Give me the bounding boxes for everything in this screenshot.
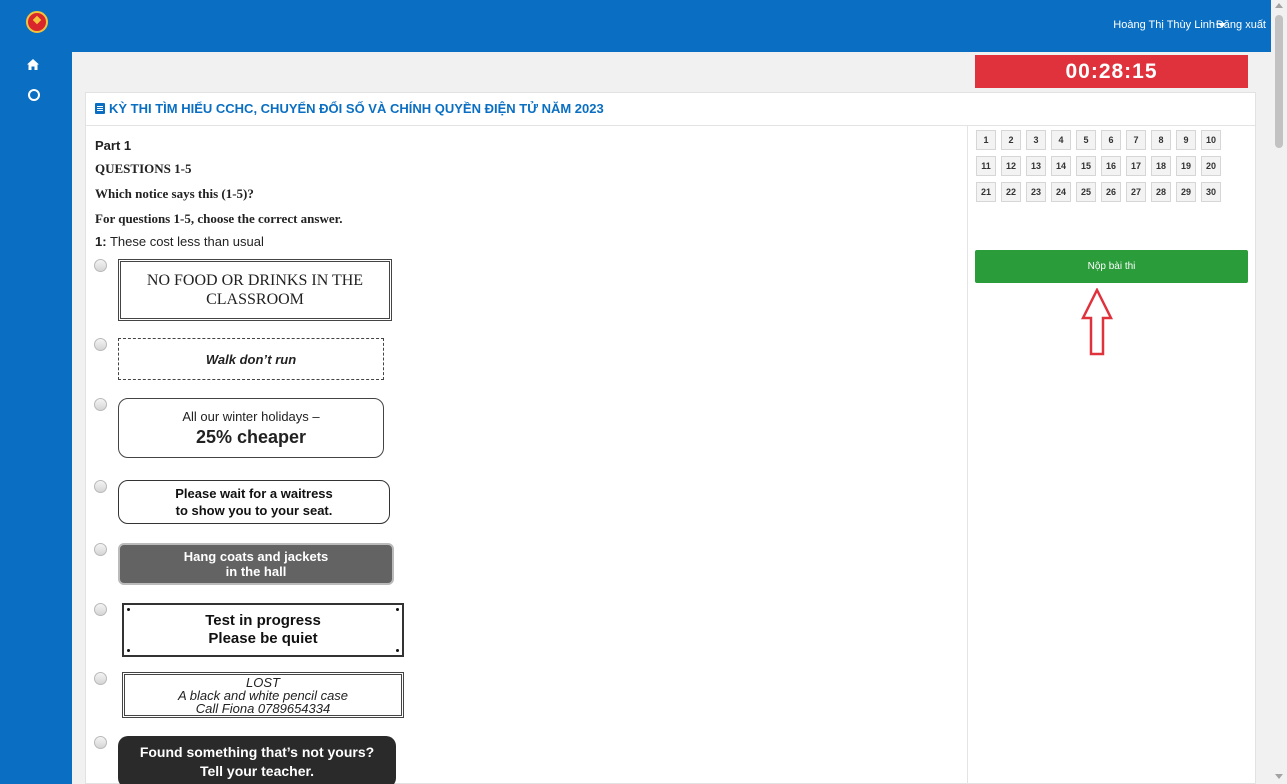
notice-line: Tell your teacher. [199,763,315,779]
notice-line: Test in progress [205,612,321,629]
circle-icon[interactable] [28,89,40,101]
question-nav-button[interactable]: 3 [1026,130,1046,150]
notice-line: All our winter holidays – [182,408,320,424]
radio-button[interactable] [94,398,107,411]
question-nav-button[interactable]: 13 [1026,156,1046,176]
screw-dot [127,649,130,652]
notice-line: 25% cheaper [195,426,307,447]
national-emblem-icon[interactable] [26,11,48,33]
user-menu[interactable]: Hoàng Thị Thùy Linh [1113,19,1226,31]
notice-line: in the hall [225,564,287,579]
notice-line: Call Fiona 0789654334 [195,700,331,716]
home-icon-svg [27,59,39,70]
scroll-up-arrow-icon[interactable] [1275,3,1283,8]
question-nav-button[interactable]: 7 [1126,130,1146,150]
user-name: Hoàng Thị Thùy Linh [1113,19,1215,31]
question-nav-button[interactable]: 27 [1126,182,1146,202]
screw-dot [396,608,399,611]
notice-image: Found something that’s not yours? Tell y… [118,736,396,784]
question-nav-button[interactable]: 5 [1076,130,1096,150]
radio-button[interactable] [94,338,107,351]
question-nav-button[interactable]: 10 [1201,130,1221,150]
topbar: Hoàng Thị Thùy Linh Đăng xuất [72,0,1271,52]
question-nav-button[interactable]: 20 [1201,156,1221,176]
exam-title: KỲ THI TÌM HIỂU CCHC, CHUYỂN ĐỔI SỐ VÀ C… [95,101,604,116]
question-nav-button[interactable]: 1 [976,130,996,150]
radio-button[interactable] [94,480,107,493]
notice-image: NO FOOD OR DRINKS IN THE CLASSROOM [118,259,392,321]
question-prompt: 1: These cost less than usual [95,231,955,253]
radio-button[interactable] [94,259,107,272]
question-nav-button[interactable]: 30 [1201,182,1221,202]
radio-button[interactable] [94,603,107,616]
exam-title-text: KỲ THI TÌM HIỂU CCHC, CHUYỂN ĐỔI SỐ VÀ C… [109,101,604,116]
notice-image: Test in progress Please be quiet [122,603,404,657]
question-nav-button[interactable]: 24 [1051,182,1071,202]
submit-exam-button[interactable]: Nộp bài thi [975,250,1248,283]
question-number: 1: [95,234,107,249]
notice-line: A black and white pencil case [177,687,349,703]
radio-button[interactable] [94,672,107,685]
home-icon[interactable] [26,57,46,77]
notice-line: CLASSROOM [206,291,304,308]
question-nav-button[interactable]: 8 [1151,130,1171,150]
screw-dot [127,608,130,611]
notice-line: Please wait for a waitress [175,486,333,501]
question-nav-button[interactable]: 26 [1101,182,1121,202]
logout-link[interactable]: Đăng xuất [1216,19,1266,31]
question-nav-button[interactable]: 17 [1126,156,1146,176]
instruction: Which notice says this (1-5)? [95,186,254,201]
question-text: These cost less than usual [109,234,264,249]
notice-image: LOST A black and white pencil case Call … [122,672,404,718]
notice-line: Please be quiet [208,630,318,647]
question-nav-button[interactable]: 4 [1051,130,1071,150]
notice-image: Please wait for a waitress to show you t… [118,480,390,524]
notice-line: LOST [246,674,280,690]
question-nav-button[interactable]: 22 [1001,182,1021,202]
notice-line: Hang coats and jackets [183,549,329,564]
question-nav-button[interactable]: 16 [1101,156,1121,176]
question-nav-button[interactable]: 23 [1026,182,1046,202]
radio-button[interactable] [94,736,107,749]
question-nav-button[interactable]: 12 [1001,156,1021,176]
question-area: Part 1 QUESTIONS 1-5 Which notice says t… [95,135,955,253]
question-nav-button[interactable]: 25 [1076,182,1096,202]
scroll-thumb[interactable] [1275,15,1283,148]
question-nav-button[interactable]: 21 [976,182,996,202]
question-nav-grid: 1 2 3 4 5 6 7 8 9 10 11 12 13 14 15 16 17 18 19 20 21 22 23 24 2… [976,130,1226,208]
question-nav-button[interactable]: 18 [1151,156,1171,176]
scrollbar[interactable] [1271,0,1287,784]
notice-image: Walk don’t run [118,338,384,380]
divider [967,126,968,784]
question-nav-button[interactable]: 11 [976,156,996,176]
divider [86,125,1255,126]
question-nav-button[interactable]: 29 [1176,182,1196,202]
notice-line: NO FOOD OR DRINKS IN THE [146,272,364,289]
part-heading: Part 1 [95,138,132,153]
question-nav-button[interactable]: 14 [1051,156,1071,176]
countdown-timer: 00:28:15 [975,55,1248,88]
question-nav-button[interactable]: 19 [1176,156,1196,176]
scroll-down-arrow-icon[interactable] [1275,774,1283,779]
question-nav-button[interactable]: 2 [1001,130,1021,150]
question-nav-button[interactable]: 15 [1076,156,1096,176]
sidebar [0,0,72,784]
screw-dot [396,649,399,652]
notice-line: Found something that’s not yours? [139,744,375,760]
question-nav-button[interactable]: 9 [1176,130,1196,150]
questions-heading: QUESTIONS 1-5 [95,161,192,176]
clipboard-icon [95,103,105,114]
question-nav-button[interactable]: 28 [1151,182,1171,202]
notice-line: to show you to your seat. [175,503,333,518]
notice-line: Walk don’t run [205,351,297,367]
up-arrow-icon [1081,288,1113,356]
instruction: For questions 1-5, choose the correct an… [95,211,343,226]
radio-button[interactable] [94,543,107,556]
notice-image: Hang coats and jackets in the hall [118,543,394,585]
notice-image: All our winter holidays – 25% cheaper [118,398,384,458]
question-nav-button[interactable]: 6 [1101,130,1121,150]
